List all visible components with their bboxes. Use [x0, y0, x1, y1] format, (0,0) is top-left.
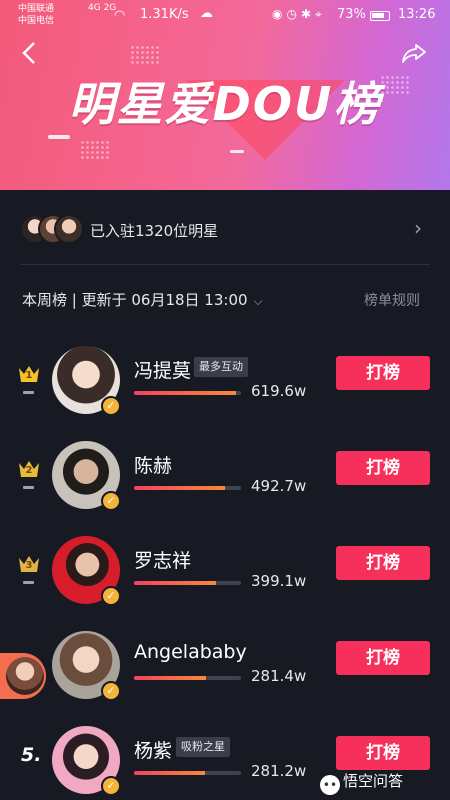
current-user-avatar[interactable]	[0, 653, 46, 699]
star-name[interactable]: 陈赫	[134, 451, 172, 478]
score: 492.7w	[251, 477, 307, 495]
avatar	[54, 214, 84, 244]
page-title: 明星爱DOU榜	[68, 77, 382, 131]
score: 619.6w	[251, 382, 307, 400]
share-icon	[402, 44, 426, 63]
back-button[interactable]	[20, 40, 40, 70]
share-button[interactable]	[400, 42, 428, 66]
chevron-right-icon: ›	[414, 216, 422, 240]
progress-bar	[134, 676, 241, 680]
verified-icon: ✓	[101, 491, 121, 511]
network-type: 4G 2G	[88, 3, 117, 13]
joined-count-text: 已入驻1320位明星	[90, 222, 219, 240]
score: 281.2w	[251, 762, 307, 780]
crown-icon: 1	[18, 364, 40, 384]
progress-bar	[134, 486, 241, 490]
cloud-icon: ☁	[200, 6, 213, 21]
verified-icon: ✓	[101, 586, 121, 606]
star-name[interactable]: 冯提莫	[134, 356, 191, 383]
carrier-text: 中国联通 中国电信	[18, 4, 55, 26]
star-tag: 吸粉之星	[176, 737, 230, 757]
progress-bar	[134, 771, 241, 775]
crown-icon: 3	[18, 554, 40, 574]
star-name[interactable]: Angelababy	[134, 641, 247, 663]
wifi-icon: ◠	[114, 8, 126, 23]
verified-icon: ✓	[101, 776, 121, 796]
star-name[interactable]: 罗志祥	[134, 546, 191, 573]
vote-button[interactable]: 打榜	[336, 546, 430, 580]
score: 399.1w	[251, 572, 307, 590]
verified-icon: ✓	[101, 681, 121, 701]
ranking-row[interactable]: ✓ Angelababy 281.4w 打榜	[0, 631, 450, 726]
progress-fill	[134, 771, 205, 775]
wukong-logo-icon: ••	[320, 775, 340, 795]
battery-percent: 73%	[337, 7, 366, 22]
status-bar: 中国联通 中国电信 4G 2G ◠ 1.31K/s ☁ ◉◷✱⌖ 73% 13:…	[0, 0, 450, 32]
header-banner: 中国联通 中国电信 4G 2G ◠ 1.31K/s ☁ ◉◷✱⌖ 73% 13:…	[0, 0, 450, 190]
chevron-down-icon: ⌵	[253, 294, 263, 308]
vote-button[interactable]: 打榜	[336, 356, 430, 390]
rank-change-icon	[23, 581, 34, 584]
ranking-row[interactable]: 2 ✓ 陈赫 492.7w 打榜	[0, 441, 450, 536]
verified-icon: ✓	[101, 396, 121, 416]
joined-stars-row[interactable]: 已入驻1320位明星 ›	[0, 210, 450, 250]
progress-fill	[134, 581, 217, 585]
ranking-row[interactable]: 1 ✓ 冯提莫 最多互动 619.6w 打榜	[0, 346, 450, 441]
decor-bar	[230, 150, 244, 153]
decor-dots	[80, 140, 110, 160]
rank-change-icon	[23, 391, 34, 394]
status-icons: ◉◷✱⌖	[272, 7, 326, 21]
rank-number: 5.	[21, 744, 42, 766]
vote-button[interactable]: 打榜	[336, 451, 430, 485]
vote-button[interactable]: 打榜	[336, 736, 430, 770]
crown-icon: 2	[18, 459, 40, 479]
clock: 13:26	[398, 7, 436, 22]
progress-bar	[134, 581, 241, 585]
decor-dots	[130, 45, 160, 65]
rules-link[interactable]: 榜单规则	[364, 290, 420, 310]
watermark: •• 悟空问答	[320, 770, 403, 795]
net-speed: 1.31K/s	[140, 7, 189, 22]
chevron-left-icon	[22, 42, 35, 64]
battery-icon	[370, 11, 390, 21]
rank-change-icon	[23, 486, 34, 489]
progress-fill	[134, 676, 206, 680]
divider	[20, 264, 430, 265]
decor-bar	[48, 135, 70, 139]
ranking-row[interactable]: 3 ✓ 罗志祥 399.1w 打榜	[0, 536, 450, 631]
vote-button[interactable]: 打榜	[336, 641, 430, 675]
progress-fill	[134, 486, 225, 490]
star-name[interactable]: 杨紫	[134, 736, 172, 763]
star-tag: 最多互动	[194, 357, 248, 377]
score: 281.4w	[251, 667, 307, 685]
period-selector[interactable]: 本周榜 | 更新于 06月18日 13:00 ⌵	[22, 289, 263, 310]
progress-bar	[134, 391, 241, 395]
period-label: 本周榜 | 更新于 06月18日 13:00	[22, 291, 248, 309]
progress-fill	[134, 391, 236, 395]
